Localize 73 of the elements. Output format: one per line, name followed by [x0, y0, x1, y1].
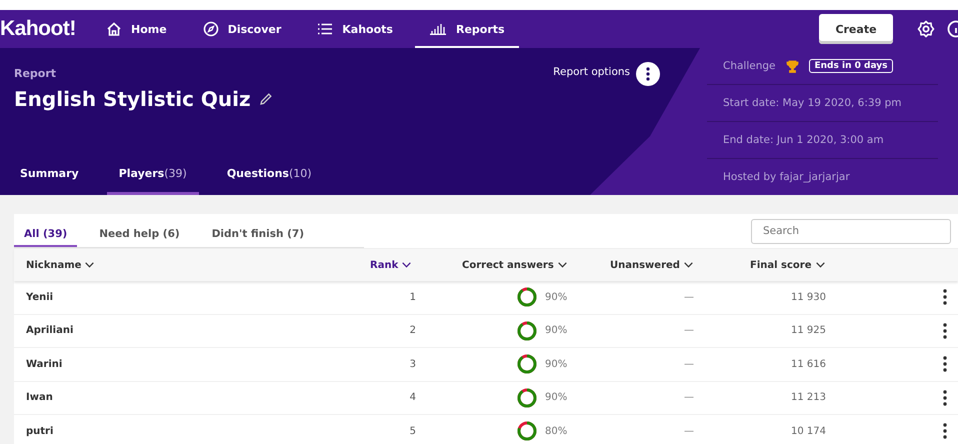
column-header[interactable]: Correct answers — [462, 260, 610, 270]
progress-ring — [517, 421, 537, 442]
bar-chart-icon — [428, 23, 447, 35]
more-icon[interactable] — [942, 390, 948, 406]
nickname-cell-text: Yenii — [26, 292, 54, 303]
progress-ring — [517, 354, 537, 374]
report-tab[interactable]: Questions(10) — [214, 159, 324, 195]
create-button[interactable]: Create — [819, 14, 893, 44]
progress-ring — [517, 287, 537, 308]
rank-cell-text: 4 — [408, 392, 417, 404]
status-badge: Ends in 0 days — [808, 59, 894, 73]
column-header[interactable]: Final score — [750, 260, 860, 270]
search-field[interactable]: Search — [751, 218, 951, 244]
unanswered-cell-text: — — [683, 426, 695, 437]
end-date: End date: Jun 1 2020, 3:00 am — [723, 134, 884, 146]
score-cell-text: 11 925 — [790, 325, 827, 336]
chevron-icon — [402, 262, 412, 268]
nickname-cell-text: Warini — [26, 358, 64, 370]
more-icon[interactable] — [942, 423, 948, 440]
more-icon — [646, 67, 650, 81]
logo[interactable]: Kahoot! — [0, 17, 92, 41]
rank-cell-text: 5 — [408, 426, 417, 437]
more-icon[interactable] — [942, 322, 948, 339]
progress-ring — [517, 320, 537, 341]
correct-percent: 80% — [545, 426, 568, 437]
correct-percent: 90% — [545, 392, 568, 404]
score-cell-text: 11 213 — [790, 392, 827, 404]
rank-cell-text: 1 — [408, 292, 417, 303]
rank-cell-text: 2 — [408, 325, 417, 336]
more-icon[interactable] — [942, 289, 948, 306]
nickname-cell-text: Apriliani — [26, 325, 74, 336]
info-icon[interactable] — [947, 20, 958, 38]
start-date: Start date: May 19 2020, 6:39 pm — [723, 97, 902, 109]
unanswered-cell-text: — — [683, 392, 695, 404]
score-cell-text: 11 616 — [790, 358, 827, 370]
chevron-icon — [558, 262, 567, 268]
unanswered-cell-text: — — [683, 292, 695, 303]
correct-percent: 90% — [545, 358, 568, 370]
progress-ring — [517, 388, 537, 408]
column-header[interactable]: Rank — [370, 260, 418, 270]
score-cell-text: 11 930 — [790, 292, 827, 303]
nav-link[interactable]: Kahoots — [303, 10, 407, 48]
report-options-button[interactable] — [636, 62, 660, 86]
rank-cell-text: 3 — [408, 358, 417, 370]
unanswered-cell-text: — — [683, 325, 695, 336]
report-label: Report — [14, 67, 56, 80]
settings-icon[interactable] — [917, 20, 935, 38]
unanswered-cell-text: — — [683, 358, 695, 370]
host-text: Hosted by fajar_jarjarjar — [723, 171, 850, 183]
chevron-icon — [684, 262, 693, 268]
column-header[interactable]: Unanswered — [610, 260, 750, 270]
chevron-icon — [85, 262, 94, 268]
compass-icon — [202, 21, 219, 37]
home-icon — [106, 22, 122, 36]
nav-link[interactable]: Discover — [188, 10, 296, 48]
pencil-icon[interactable] — [258, 92, 273, 106]
trophy-icon — [786, 60, 798, 72]
filter-tab[interactable]: Didn't finish (7) — [202, 214, 314, 247]
challenge-label: Challenge — [723, 60, 776, 72]
correct-percent: 90% — [545, 325, 568, 336]
correct-percent: 90% — [545, 292, 568, 303]
filter-tab[interactable]: Need help (6) — [89, 214, 190, 247]
more-icon[interactable] — [942, 356, 948, 372]
report-title: English Stylistic Quiz — [14, 87, 251, 111]
chevron-icon — [816, 262, 824, 268]
nav-link[interactable]: Home — [92, 10, 181, 48]
report-options-label: Report options — [553, 66, 630, 78]
nickname-cell-text: putri — [26, 426, 54, 437]
score-cell-text: 10 174 — [790, 426, 827, 437]
report-tab[interactable]: Summary — [8, 159, 91, 195]
list-icon — [317, 23, 334, 35]
nickname-cell-text: Iwan — [26, 392, 54, 404]
column-header[interactable]: Nickname — [26, 260, 370, 270]
